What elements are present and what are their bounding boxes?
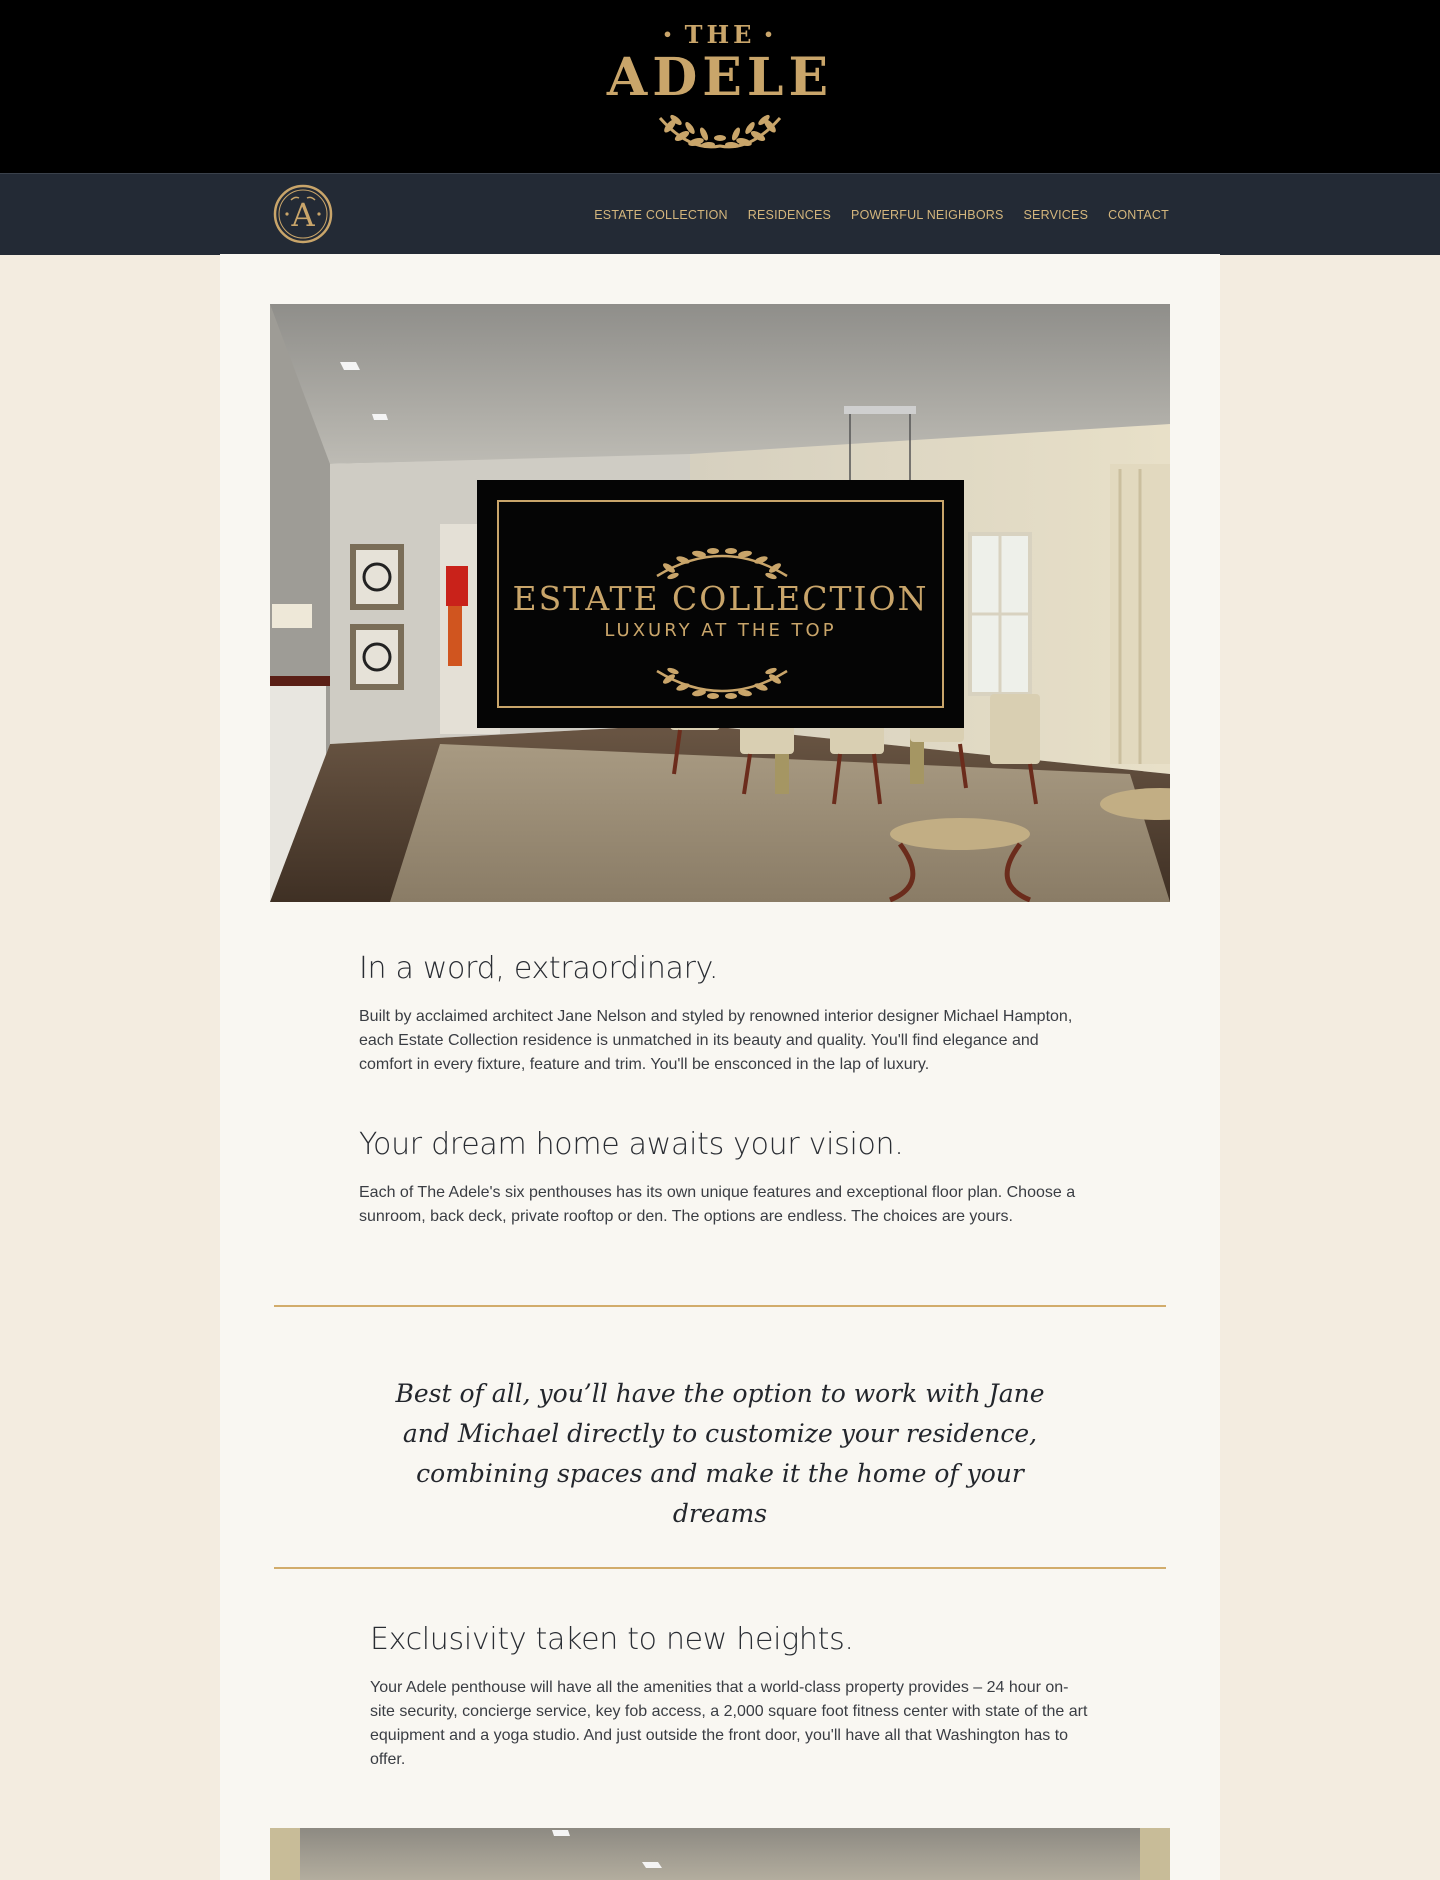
interior-illustration-2	[270, 1828, 1170, 1880]
section-heading: Your dream home awaits your vision.	[359, 1127, 904, 1162]
section-heading: In a word, extraordinary.	[359, 951, 719, 986]
interior-image-2	[270, 1828, 1170, 1880]
section-dream-home: Your dream home awaits your vision. Each…	[359, 1127, 1079, 1229]
logo-the: • THE •	[662, 20, 778, 49]
hero-image: ESTATE COLLECTION LUXURY AT THE TOP	[270, 304, 1170, 902]
content-panel: ESTATE COLLECTION LUXURY AT THE TOP In a…	[220, 254, 1220, 1880]
gold-divider	[274, 1567, 1166, 1569]
main-navbar: A ESTATE COLLECTION RESIDENCES POWERFUL …	[0, 173, 1440, 255]
nav-item-powerful-neighbors[interactable]: POWERFUL NEIGHBORS	[851, 208, 1003, 222]
gold-divider	[274, 1305, 1166, 1307]
section-body: Your Adele penthouse will have all the a…	[370, 1679, 1088, 1768]
section-heading: Exclusivity taken to new heights.	[370, 1622, 854, 1657]
brand-header: • THE • ADELE	[0, 0, 1440, 173]
nav-menu: ESTATE COLLECTION RESIDENCES POWERFUL NE…	[594, 174, 1169, 255]
monogram-badge-icon[interactable]: A	[273, 184, 333, 244]
section-extraordinary: In a word, extraordinary. Built by accla…	[359, 951, 1079, 1077]
section-body: Each of The Adele's six penthouses has i…	[359, 1184, 1076, 1225]
logo-the-text: THE	[684, 20, 756, 49]
card-subtitle: LUXURY AT THE TOP	[604, 620, 837, 641]
nav-item-residences[interactable]: RESIDENCES	[748, 208, 831, 222]
nav-item-estate-collection[interactable]: ESTATE COLLECTION	[594, 208, 728, 222]
laurel-bottom-icon	[656, 667, 788, 699]
laurel-wreath-icon	[658, 114, 782, 149]
nav-item-contact[interactable]: CONTACT	[1108, 208, 1169, 222]
logo-name: ADELE	[606, 47, 834, 108]
nav-item-services[interactable]: SERVICES	[1024, 208, 1089, 222]
pull-quote: Best of all, you’ll have the option to w…	[395, 1379, 1045, 1528]
section-exclusivity: Exclusivity taken to new heights. Your A…	[370, 1622, 1090, 1772]
card-title: ESTATE COLLECTION	[512, 579, 929, 618]
badge-letter: A	[290, 196, 315, 234]
card-border: ESTATE COLLECTION LUXURY AT THE TOP	[497, 500, 944, 708]
laurel-top-icon	[656, 548, 788, 580]
estate-collection-card: ESTATE COLLECTION LUXURY AT THE TOP	[477, 480, 964, 728]
site-logo[interactable]: • THE • ADELE	[600, 18, 840, 153]
section-body: Built by acclaimed architect Jane Nelson…	[359, 1008, 1073, 1073]
